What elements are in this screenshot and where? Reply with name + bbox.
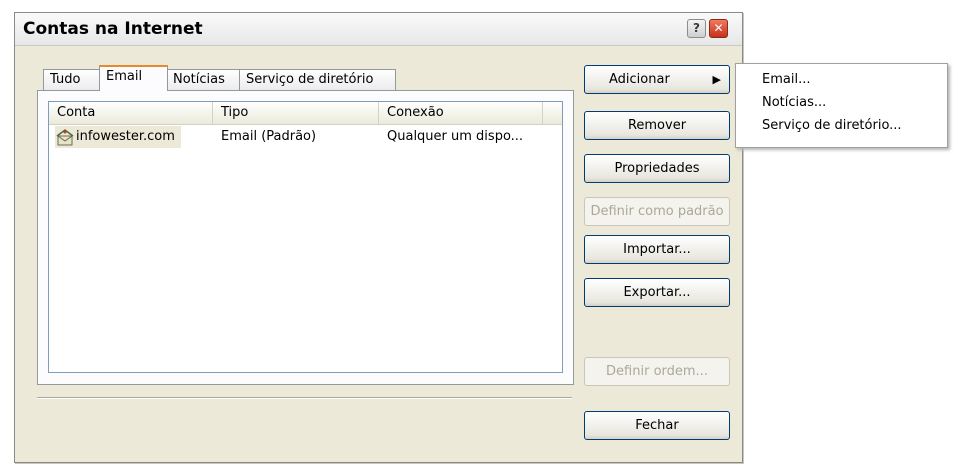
account-connection-cell: Qualquer um dispo... bbox=[387, 129, 524, 144]
internet-accounts-dialog: Contas na Internet ? ✕ Tudo Email Notíci… bbox=[14, 12, 743, 463]
mail-account-icon bbox=[55, 127, 75, 147]
account-name: infowester.com bbox=[76, 129, 175, 144]
menu-item-noticias[interactable]: Notícias... bbox=[762, 93, 826, 113]
table-row[interactable]: infowester.com Email (Padrão) Qualquer u… bbox=[49, 126, 549, 150]
tab-servico-diretorio[interactable]: Serviço de diretório bbox=[239, 69, 396, 90]
column-header-conexao[interactable]: Conexão bbox=[379, 102, 543, 124]
set-order-button[interactable]: Definir ordem... bbox=[584, 357, 730, 386]
column-header-conta[interactable]: Conta bbox=[49, 102, 213, 124]
submenu-arrow-icon: ▶ bbox=[712, 73, 721, 86]
window-title: Contas na Internet bbox=[23, 19, 203, 39]
export-button[interactable]: Exportar... bbox=[584, 278, 730, 307]
separator bbox=[37, 397, 572, 399]
import-button[interactable]: Importar... bbox=[584, 235, 730, 264]
account-type-cell: Email (Padrão) bbox=[221, 129, 317, 144]
tab-panel: Conta Tipo Conexão infowester.com Email … bbox=[37, 90, 574, 385]
list-header: Conta Tipo Conexão bbox=[49, 102, 562, 125]
add-button[interactable]: Adicionar ▶ bbox=[584, 65, 730, 94]
help-icon[interactable]: ? bbox=[687, 19, 706, 38]
title-bar[interactable]: Contas na Internet ? ✕ bbox=[15, 13, 742, 46]
tab-noticias[interactable]: Notícias bbox=[166, 69, 241, 90]
account-name-cell: infowester.com bbox=[55, 126, 181, 148]
close-icon[interactable]: ✕ bbox=[709, 19, 728, 38]
menu-item-servico-diretorio[interactable]: Serviço de diretório... bbox=[762, 116, 902, 136]
column-header-tipo[interactable]: Tipo bbox=[213, 102, 379, 124]
tab-tudo[interactable]: Tudo bbox=[43, 69, 101, 90]
add-submenu: Email... Notícias... Serviço de diretóri… bbox=[735, 63, 948, 148]
close-button[interactable]: Fechar bbox=[584, 411, 730, 440]
accounts-list[interactable]: Conta Tipo Conexão infowester.com Email … bbox=[48, 101, 563, 373]
remove-button[interactable]: Remover bbox=[584, 111, 730, 140]
set-default-button[interactable]: Definir como padrão bbox=[584, 197, 730, 226]
properties-button[interactable]: Propriedades bbox=[584, 154, 730, 183]
add-button-label: Adicionar bbox=[609, 72, 670, 87]
tab-email[interactable]: Email bbox=[99, 65, 168, 91]
menu-item-email[interactable]: Email... bbox=[762, 70, 810, 90]
